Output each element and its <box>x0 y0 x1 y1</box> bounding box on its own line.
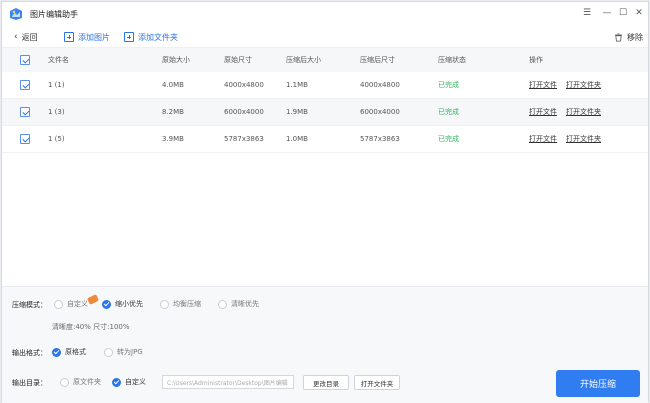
dir-option-original-folder[interactable]: 原文件夹 <box>60 377 101 387</box>
mode-option-label: 均衡压缩 <box>173 300 201 308</box>
original-dimensions: 6000x4000 <box>224 108 264 116</box>
add-folder-label: 添加文件夹 <box>138 32 178 42</box>
checkbox-checked-icon <box>20 107 30 117</box>
original-size: 8.2MB <box>162 108 184 116</box>
compressed-size: 1.0MB <box>286 135 308 143</box>
add-folder-button[interactable]: 添加文件夹 <box>124 30 178 44</box>
status-badge: 已完成 <box>438 135 459 143</box>
column-header: 操作 <box>529 56 543 64</box>
format-option-label: 转为JPG <box>117 348 143 356</box>
app-window: 图片编辑助手 ☰ — ☐ ✕ ‹ 返回 添加图片 添加文件夹 移除 文件名 原始… <box>1 1 649 403</box>
mode-option-clarity-first[interactable]: 清晰优先 <box>218 299 259 309</box>
back-label: 返回 <box>21 32 38 42</box>
dir-option-label: 原文件夹 <box>73 378 101 386</box>
output-format-label: 输出格式： <box>12 349 47 357</box>
minimize-icon[interactable]: — <box>600 6 614 20</box>
radio-icon <box>104 347 113 357</box>
add-folder-icon <box>124 32 134 42</box>
format-option-original[interactable]: 原格式 <box>52 347 86 357</box>
column-header: 文件名 <box>48 56 69 64</box>
file-name: 1 (1) <box>48 81 65 89</box>
mode-option-balanced[interactable]: 均衡压缩 <box>160 299 201 309</box>
radio-checked-icon <box>52 347 61 357</box>
start-compress-button[interactable]: 开始压缩 <box>556 370 640 397</box>
file-table: 文件名 原始大小 原始尺寸 压缩后大小 压缩后尺寸 压缩状态 操作 1 (1) … <box>2 48 648 153</box>
table-row[interactable]: 1 (5) 3.9MB 5787x3863 1.0MB 5787x3863 已完… <box>2 126 648 153</box>
status-badge: 已完成 <box>438 81 459 89</box>
table-row[interactable]: 1 (3) 8.2MB 6000x4000 1.9MB 6000x4000 已完… <box>2 99 648 126</box>
trash-icon <box>614 32 623 42</box>
format-option-jpg[interactable]: 转为JPG <box>104 347 143 357</box>
radio-icon <box>160 299 169 309</box>
mode-option-label: 清晰优先 <box>231 300 259 308</box>
file-name: 1 (3) <box>48 108 65 116</box>
compression-detail-text: 清晰度:40% 尺寸:100% <box>52 323 130 331</box>
remove-button[interactable]: 移除 <box>614 30 643 44</box>
select-all-checkbox[interactable] <box>20 48 30 72</box>
compression-settings-panel: 压缩模式： 自定义 缩小优先 均衡压缩 清晰优先 清晰度:40% 尺寸:100%… <box>2 286 648 403</box>
open-file-link[interactable]: 打开文件 <box>529 72 557 98</box>
add-image-label: 添加图片 <box>78 32 110 42</box>
open-folder-button[interactable]: 打开文件夹 <box>354 375 400 390</box>
title-bar: 图片编辑助手 ☰ — ☐ ✕ <box>2 2 648 26</box>
open-file-link[interactable]: 打开文件 <box>529 99 557 125</box>
compression-mode-label: 压缩模式： <box>12 301 47 309</box>
column-header: 压缩状态 <box>438 56 466 64</box>
app-title: 图片编辑助手 <box>30 10 78 19</box>
add-image-button[interactable]: 添加图片 <box>64 30 110 44</box>
original-dimensions: 4000x4800 <box>224 81 264 89</box>
remove-label: 移除 <box>627 32 643 42</box>
dir-option-custom[interactable]: 自定义 <box>112 377 146 387</box>
compressed-dimensions: 4000x4800 <box>360 81 400 89</box>
compressed-dimensions: 6000x4000 <box>360 108 400 116</box>
radio-checked-icon <box>112 377 121 387</box>
mode-option-smaller-first[interactable]: 缩小优先 <box>102 299 143 309</box>
toolbar: ‹ 返回 添加图片 添加文件夹 移除 <box>2 26 648 48</box>
output-dir-label: 输出目录： <box>12 379 47 387</box>
radio-icon <box>60 377 69 387</box>
output-path-input[interactable]: C:\Users\Administrator\Desktop\图片编辑 <box>162 375 294 389</box>
format-option-label: 原格式 <box>65 348 86 356</box>
add-image-icon <box>64 32 74 42</box>
compressed-size: 1.9MB <box>286 108 308 116</box>
open-folder-link[interactable]: 打开文件夹 <box>566 72 601 98</box>
checkbox-checked-icon <box>20 55 30 65</box>
mode-option-label: 自定义 <box>67 300 88 308</box>
table-header: 文件名 原始大小 原始尺寸 压缩后大小 压缩后尺寸 压缩状态 操作 <box>2 48 648 72</box>
column-header: 原始尺寸 <box>224 56 252 64</box>
column-header: 原始大小 <box>162 56 190 64</box>
original-size: 4.0MB <box>162 81 184 89</box>
hot-badge-icon <box>86 294 100 305</box>
open-folder-link[interactable]: 打开文件夹 <box>566 99 601 125</box>
dir-option-label: 自定义 <box>125 378 146 386</box>
open-folder-link[interactable]: 打开文件夹 <box>566 126 601 152</box>
back-button[interactable]: ‹ 返回 <box>14 30 38 44</box>
maximize-icon[interactable]: ☐ <box>616 6 630 20</box>
mode-option-custom[interactable]: 自定义 <box>54 299 88 309</box>
change-dir-button[interactable]: 更改目录 <box>303 375 349 390</box>
column-header: 压缩后尺寸 <box>360 56 395 64</box>
app-logo-icon <box>10 8 22 20</box>
compressed-dimensions: 5787x3863 <box>360 135 400 143</box>
table-row[interactable]: 1 (1) 4.0MB 4000x4800 1.1MB 4000x4800 已完… <box>2 72 648 99</box>
menu-icon[interactable]: ☰ <box>580 6 594 20</box>
row-checkbox[interactable] <box>20 99 30 125</box>
close-icon[interactable]: ✕ <box>632 6 646 20</box>
compressed-size: 1.1MB <box>286 81 308 89</box>
file-name: 1 (5) <box>48 135 65 143</box>
column-header: 压缩后大小 <box>286 56 321 64</box>
checkbox-checked-icon <box>20 80 30 90</box>
chevron-left-icon: ‹ <box>14 32 18 42</box>
radio-icon <box>54 299 63 309</box>
original-dimensions: 5787x3863 <box>224 135 264 143</box>
row-checkbox[interactable] <box>20 72 30 98</box>
original-size: 3.9MB <box>162 135 184 143</box>
status-badge: 已完成 <box>438 108 459 116</box>
radio-icon <box>218 299 227 309</box>
checkbox-checked-icon <box>20 134 30 144</box>
row-checkbox[interactable] <box>20 126 30 152</box>
open-file-link[interactable]: 打开文件 <box>529 126 557 152</box>
mode-option-label: 缩小优先 <box>115 300 143 308</box>
radio-checked-icon <box>102 299 111 309</box>
